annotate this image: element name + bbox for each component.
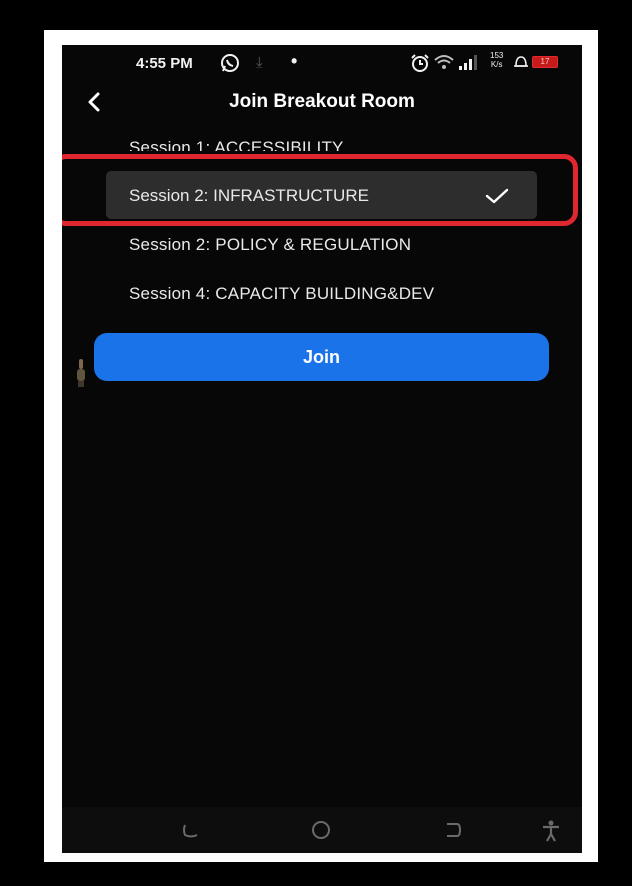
network-speed-unit: K/s (490, 60, 503, 69)
session-option-4[interactable]: Session 4: CAPACITY BUILDING&DEV (129, 284, 434, 304)
wifi-icon (434, 55, 454, 69)
phone-screen: 4:55 PM ⤓ • 153 K/s 17 Join Breakout Roo… (62, 45, 582, 853)
download-icon: ⤓ (256, 54, 263, 71)
network-speed-value: 153 (490, 51, 504, 60)
join-button[interactable]: Join (94, 333, 549, 381)
session-option-1[interactable]: Session 1: ACCESSIBILITY (129, 137, 344, 151)
status-bar: 4:55 PM ⤓ • 153 K/s 17 (62, 45, 582, 81)
notification-dot-icon: • (291, 51, 298, 71)
network-speed: 153 K/s (490, 51, 503, 69)
battery-level: 17 (540, 57, 550, 66)
ringer-icon (514, 56, 528, 67)
red-highlight-annotation (62, 154, 578, 226)
session-option-3[interactable]: Session 2: POLICY & REGULATION (129, 235, 411, 255)
battery-icon: 17 (532, 56, 558, 68)
whatsapp-icon (221, 54, 239, 72)
header: Join Breakout Room (62, 83, 582, 123)
home-icon[interactable] (310, 819, 332, 841)
page-title: Join Breakout Room (229, 91, 415, 112)
accessibility-icon[interactable] (540, 819, 562, 843)
system-nav-bar (62, 807, 582, 853)
recent-apps-icon[interactable] (180, 821, 202, 839)
drag-handle-icon[interactable] (74, 357, 88, 389)
nav-back-icon[interactable] (442, 821, 464, 839)
alarm-icon (411, 54, 429, 72)
signal-strength-icon (459, 55, 477, 70)
status-time: 4:55 PM (136, 55, 193, 72)
